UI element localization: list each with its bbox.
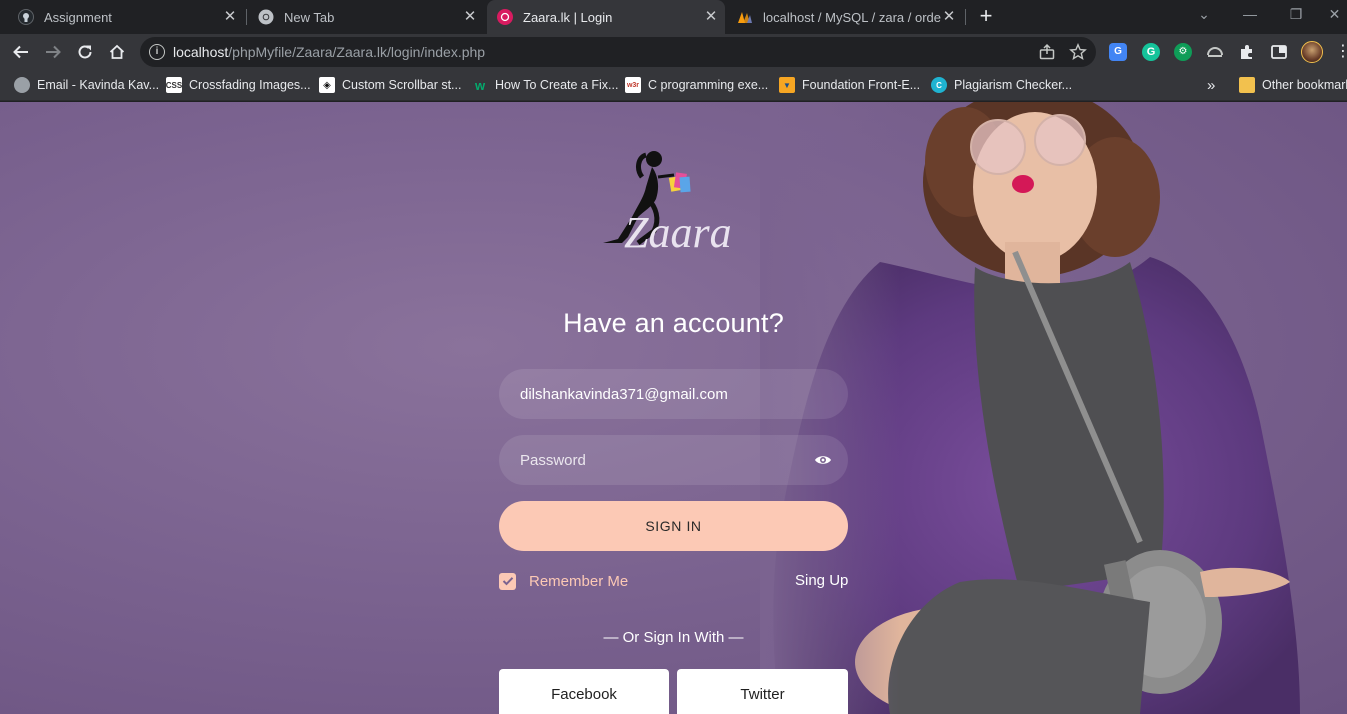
forward-icon[interactable] <box>40 39 66 65</box>
email-input[interactable] <box>499 369 848 419</box>
close-icon[interactable]: ✕ <box>222 9 238 25</box>
model-photo <box>760 102 1300 714</box>
bookmark-item[interactable]: C Plagiarism Checker... <box>931 76 1072 94</box>
reload-icon[interactable] <box>72 39 98 65</box>
address-bar[interactable]: i localhost/phpMyfile/Zaara/Zaara.lk/log… <box>140 37 1096 67</box>
logo-wordmark: Zaara <box>624 208 732 257</box>
bookmark-item[interactable]: Email - Kavinda Kav... <box>14 76 159 94</box>
tab-title: Assignment <box>44 9 112 25</box>
tab-title: Zaara.lk | Login <box>523 9 613 25</box>
phpmyadmin-icon <box>737 9 753 25</box>
back-icon[interactable] <box>8 39 34 65</box>
globe-icon <box>14 77 30 93</box>
browser-toolbar: i localhost/phpMyfile/Zaara/Zaara.lk/log… <box>0 34 1347 70</box>
plagiarism-icon: C <box>931 77 947 93</box>
grammarly-icon[interactable]: G <box>1142 43 1160 61</box>
bookmark-label: How To Create a Fix... <box>495 78 619 92</box>
google-translate-icon[interactable]: G <box>1109 43 1127 61</box>
tab-title: New Tab <box>284 9 335 25</box>
home-icon[interactable] <box>104 39 130 65</box>
tab-assignment[interactable]: Assignment ✕ <box>8 0 244 34</box>
bookmark-item[interactable]: w3r C programming exe... <box>625 76 768 94</box>
tab-new-tab[interactable]: New Tab ✕ <box>248 0 484 34</box>
css3-icon: CSS <box>166 77 182 93</box>
bookmark-item[interactable]: w How To Create a Fix... <box>472 76 619 94</box>
new-tab-button[interactable]: + <box>974 5 998 29</box>
reading-list-icon[interactable] <box>1270 43 1288 61</box>
close-icon[interactable]: ✕ <box>462 9 478 25</box>
bookmark-label: Custom Scrollbar st... <box>342 78 462 92</box>
login-heading: Have an account? <box>563 308 784 338</box>
bookmarks-bar: Email - Kavinda Kav... CSS Crossfading I… <box>0 70 1347 101</box>
chrome-icon <box>258 9 274 25</box>
or-sign-in-with-divider: — Or Sign In With — <box>603 629 744 646</box>
tab-separator <box>246 9 247 25</box>
menu-kebab-icon[interactable]: ⋮ <box>1335 43 1347 61</box>
bookmark-label: Foundation Front-E... <box>802 78 921 92</box>
bookmark-label: Crossfading Images... <box>189 78 311 92</box>
codepen-icon: ◈ <box>319 77 335 93</box>
password-input[interactable] <box>499 435 848 485</box>
other-bookmarks-folder[interactable]: Other bookmarks <box>1239 76 1347 94</box>
tab-zaara-login[interactable]: Zaara.lk | Login ✕ <box>487 0 725 34</box>
close-window-icon[interactable]: ✕ <box>1322 6 1347 26</box>
bookmarks-overflow-button[interactable]: » <box>1207 76 1215 94</box>
share-icon[interactable] <box>1038 43 1056 61</box>
bookmark-label: Plagiarism Checker... <box>954 78 1073 92</box>
url-path: /phpMyfile/Zaara/Zaara.lk/login/index.ph… <box>228 44 486 60</box>
tab-title: localhost / MySQL / zara / order_ <box>763 9 941 25</box>
w3schools-icon: w <box>474 77 486 93</box>
restore-icon[interactable]: ❐ <box>1281 6 1311 26</box>
email-field[interactable] <box>499 369 848 419</box>
url-host: localhost <box>173 44 229 60</box>
show-password-eye-icon[interactable] <box>814 452 832 468</box>
sign-up-link[interactable]: Sing Up <box>795 572 848 589</box>
remember-me-label: Remember Me <box>529 572 629 590</box>
tab-search-icon[interactable]: ⌄ <box>1189 6 1219 26</box>
bookmark-label: Email - Kavinda Kav... <box>37 78 160 92</box>
w3resource-icon: w3r <box>625 77 641 93</box>
minimize-icon[interactable]: — <box>1235 6 1265 26</box>
profile-avatar[interactable] <box>1301 41 1323 63</box>
remember-me-control[interactable]: Remember Me <box>499 571 628 591</box>
other-bookmarks-label: Other bookmarks <box>1262 78 1347 92</box>
vpn-icon[interactable] <box>1206 43 1224 61</box>
facebook-button[interactable]: Facebook <box>499 669 669 714</box>
login-page: Zaara Have an account? SIGN IN Remember … <box>0 102 1347 714</box>
extension-icon[interactable]: ⚙ <box>1174 43 1192 61</box>
bookmark-star-icon[interactable] <box>1069 43 1087 61</box>
sign-in-button[interactable]: SIGN IN <box>499 501 848 551</box>
github-icon <box>18 9 34 25</box>
url-text[interactable]: localhost/phpMyfile/Zaara/Zaara.lk/login… <box>173 44 485 60</box>
info-icon[interactable]: i <box>149 44 165 60</box>
remember-me-checkbox[interactable] <box>499 572 516 590</box>
bookmark-item[interactable]: CSS Crossfading Images... <box>166 76 311 94</box>
folder-icon <box>1239 77 1255 93</box>
extensions-puzzle-icon[interactable] <box>1238 43 1256 61</box>
checkmark-icon <box>502 577 513 586</box>
bookmark-item[interactable]: ◈ Custom Scrollbar st... <box>319 76 461 94</box>
twitter-button[interactable]: Twitter <box>677 669 848 714</box>
password-field[interactable] <box>499 435 848 485</box>
bookmark-item[interactable]: ▼ Foundation Front-E... <box>779 76 920 94</box>
tab-separator <box>965 9 966 25</box>
bookmark-label: C programming exe... <box>648 78 769 92</box>
tab-strip: Assignment ✕ New Tab ✕ Zaara.lk | Login … <box>0 0 1347 34</box>
tab-phpmyadmin[interactable]: localhost / MySQL / zara / order_ ✕ <box>727 0 963 34</box>
zaara-icon <box>497 9 513 25</box>
close-icon[interactable]: ✕ <box>941 9 957 25</box>
zaara-logo: Zaara <box>603 151 732 257</box>
foundation-icon: ▼ <box>779 77 795 93</box>
close-icon[interactable]: ✕ <box>703 9 719 25</box>
